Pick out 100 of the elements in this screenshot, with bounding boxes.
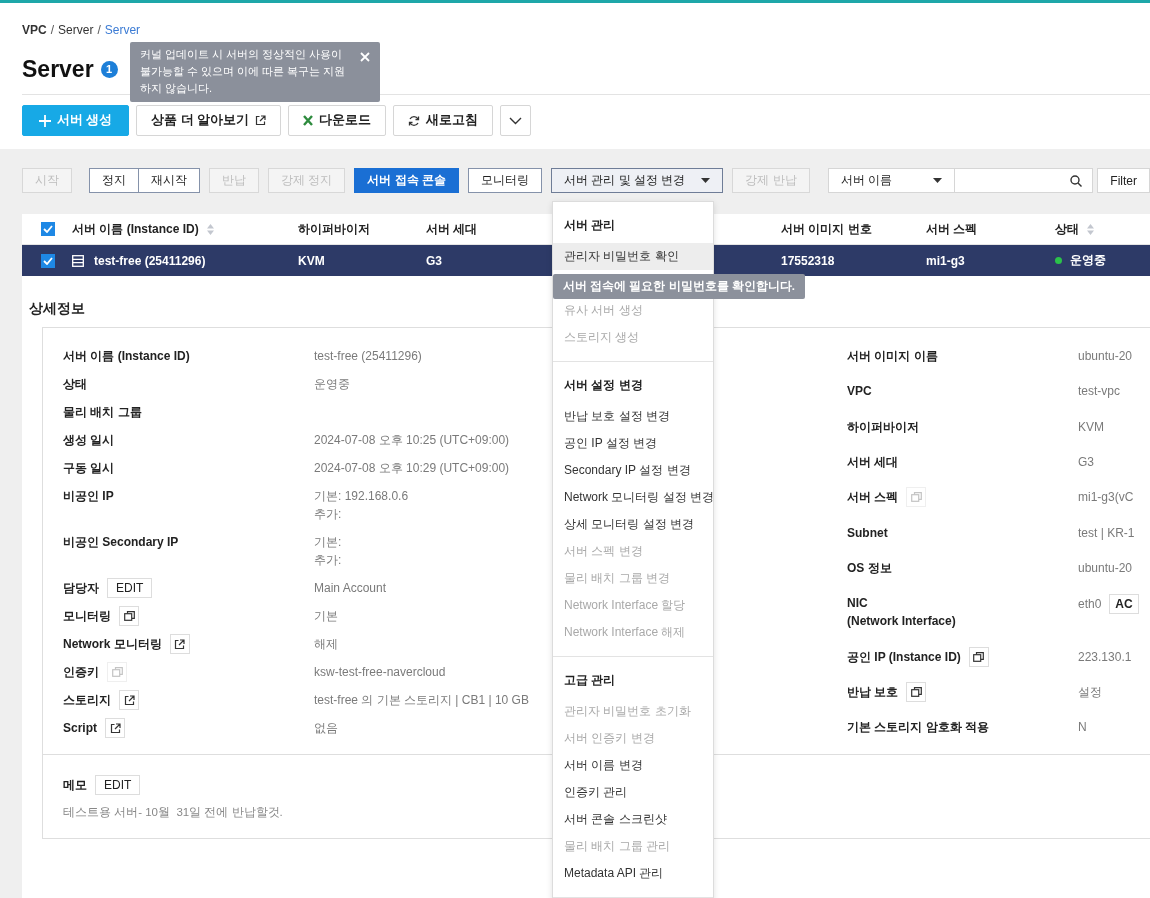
field-value: 223.130.1 <box>1078 648 1132 666</box>
field-label: 비공인 Secondary IP <box>63 534 179 551</box>
column-header: 서버 이름 (Instance ID) <box>72 220 199 238</box>
menu-item[interactable]: 공인 IP 설정 변경 <box>553 430 713 457</box>
spreadsheet-icon <box>303 115 314 126</box>
field-label: OS 정보 <box>847 559 892 577</box>
copy-icon <box>910 492 922 503</box>
field-value: 설정 <box>1078 683 1102 701</box>
edit-button[interactable]: EDIT <box>95 775 141 795</box>
checkbox[interactable] <box>41 222 55 236</box>
field-label: 상태 <box>63 376 87 393</box>
copy-icon <box>973 651 985 662</box>
field-value: 해제 <box>314 636 338 653</box>
field-label: 공인 IP (Instance ID) <box>847 648 961 666</box>
menu-item[interactable]: 상세 모니터링 설정 변경 <box>553 511 713 538</box>
menu-item[interactable]: 관리자 비밀번호 확인 <box>553 243 713 270</box>
learn-more-button[interactable]: 상품 더 알아보기 <box>136 105 282 136</box>
checkbox[interactable] <box>41 253 55 268</box>
field-label: 스토리지 <box>63 692 111 709</box>
copy-icon <box>123 611 135 621</box>
external-link-button[interactable] <box>169 634 190 654</box>
table-cell: test-free (25411296) <box>94 253 206 268</box>
field-label: 담당자 <box>63 580 99 597</box>
edit-button[interactable]: EDIT <box>107 578 153 598</box>
menu-item[interactable]: Metadata API 관리 <box>553 860 713 887</box>
copy-icon <box>910 686 922 697</box>
tooltip: 서버 접속에 필요한 비밀번호를 확인합니다. <box>553 274 805 299</box>
field-label: 서버 이름 (Instance ID) <box>63 348 190 365</box>
external-link-icon <box>109 722 121 734</box>
field-label: 비공인 IP <box>63 488 114 505</box>
notice-text: 커널 업데이트 시 서버의 정상적인 사용이 불가능할 수 있으며 이에 따른 복구는 지원하지 않습니다. <box>140 47 347 96</box>
field-value: 기본 <box>314 608 338 625</box>
field-label: Network 모니터링 <box>63 636 162 653</box>
field-label: NIC (Network Interface) <box>847 595 956 631</box>
info-badge[interactable]: 1 <box>100 60 118 78</box>
copy-button[interactable] <box>906 681 927 702</box>
action-button[interactable]: 모니터링 <box>468 168 542 193</box>
server-icon <box>72 254 84 267</box>
close-icon[interactable] <box>360 52 370 62</box>
field-label: 서버 세대 <box>847 453 899 471</box>
menu-heading: 서버 설정 변경 <box>563 377 644 394</box>
external-link-icon <box>255 115 267 126</box>
menu-heading: 서버 관리 <box>563 217 617 234</box>
download-button[interactable]: 다운로드 <box>288 105 387 136</box>
column-header: 하이퍼바이저 <box>298 220 370 238</box>
field-label: 인증키 <box>63 664 99 681</box>
action-button[interactable]: 재시작 <box>139 168 200 193</box>
menu-item[interactable]: 반납 보호 설정 변경 <box>553 403 713 430</box>
field-value: 운영중 <box>314 376 350 393</box>
field-value: G3 <box>1078 453 1094 471</box>
external-link-button[interactable] <box>119 690 139 710</box>
search-field-select[interactable]: 서버 이름 <box>827 168 956 193</box>
menu-item[interactable]: 인증키 관리 <box>553 779 713 806</box>
table-cell: KVM <box>298 253 325 268</box>
table-cell: 운영중 <box>1070 252 1106 269</box>
value-button[interactable]: AC <box>1109 594 1139 615</box>
field-value: 추가: <box>314 552 342 569</box>
breadcrumb-link[interactable]: VPC <box>22 23 47 37</box>
field-value: KVM <box>1078 418 1104 436</box>
search-field[interactable] <box>955 168 1094 193</box>
more-button[interactable] <box>500 105 532 136</box>
column-header: 상태 <box>1055 220 1079 238</box>
section-title: 상세정보 <box>29 300 85 318</box>
external-link-button[interactable] <box>105 718 125 738</box>
action-button[interactable]: 서버 관리 및 설정 변경 <box>551 168 724 193</box>
breadcrumb-link[interactable]: Server <box>104 23 141 37</box>
memo-text: 테스트용 서버- 10월 31일 전에 반납할것. <box>63 805 283 820</box>
field-label: 하이퍼바이저 <box>847 418 919 436</box>
field-label: 서버 이미지 이름 <box>847 348 938 365</box>
action-button[interactable]: 정지 <box>89 168 139 193</box>
menu-item[interactable]: Secondary IP 설정 변경 <box>553 457 713 484</box>
field-value: ksw-test-free-navercloud <box>314 664 446 681</box>
field-label: 구동 일시 <box>63 460 115 477</box>
copy-button[interactable] <box>119 606 139 626</box>
breadcrumb-separator: / <box>50 23 55 37</box>
table-cell: 17552318 <box>781 253 835 268</box>
column-header: 서버 스펙 <box>926 220 978 238</box>
page-title: Server <box>22 55 94 83</box>
field-value: test-free (25411296) <box>314 348 422 365</box>
caret-icon <box>933 178 943 183</box>
field-value: 2024-07-08 오후 10:29 (UTC+09:00) <box>314 460 510 477</box>
column-header: 서버 이미지 번호 <box>781 220 872 238</box>
caret-icon <box>701 178 711 183</box>
refresh-button[interactable]: 새로고침 <box>393 105 494 136</box>
field-value: 2024-07-08 오후 10:25 (UTC+09:00) <box>314 432 510 449</box>
menu-item[interactable]: 서버 콘솔 스크린샷 <box>553 806 713 833</box>
copy-button[interactable] <box>968 646 989 667</box>
menu-item[interactable]: 서버 이름 변경 <box>553 752 713 779</box>
chevron-down-icon <box>509 116 523 125</box>
field-value: ubuntu-20 <box>1078 559 1133 577</box>
menu-item[interactable]: Network 모니터링 설정 변경 <box>553 484 713 511</box>
filter-button[interactable]: Filter <box>1097 168 1150 193</box>
field-value: N <box>1078 719 1087 737</box>
plus-icon <box>39 114 51 127</box>
action-button[interactable]: 서버 접속 콘솔 <box>354 168 459 193</box>
field-label: 서버 스펙 <box>847 489 899 507</box>
field-label: VPC <box>847 383 872 401</box>
breadcrumb-link[interactable]: Server <box>58 23 94 37</box>
field-value: 기본: 192.168.0.6 <box>314 488 409 505</box>
search-icon <box>1070 174 1083 187</box>
